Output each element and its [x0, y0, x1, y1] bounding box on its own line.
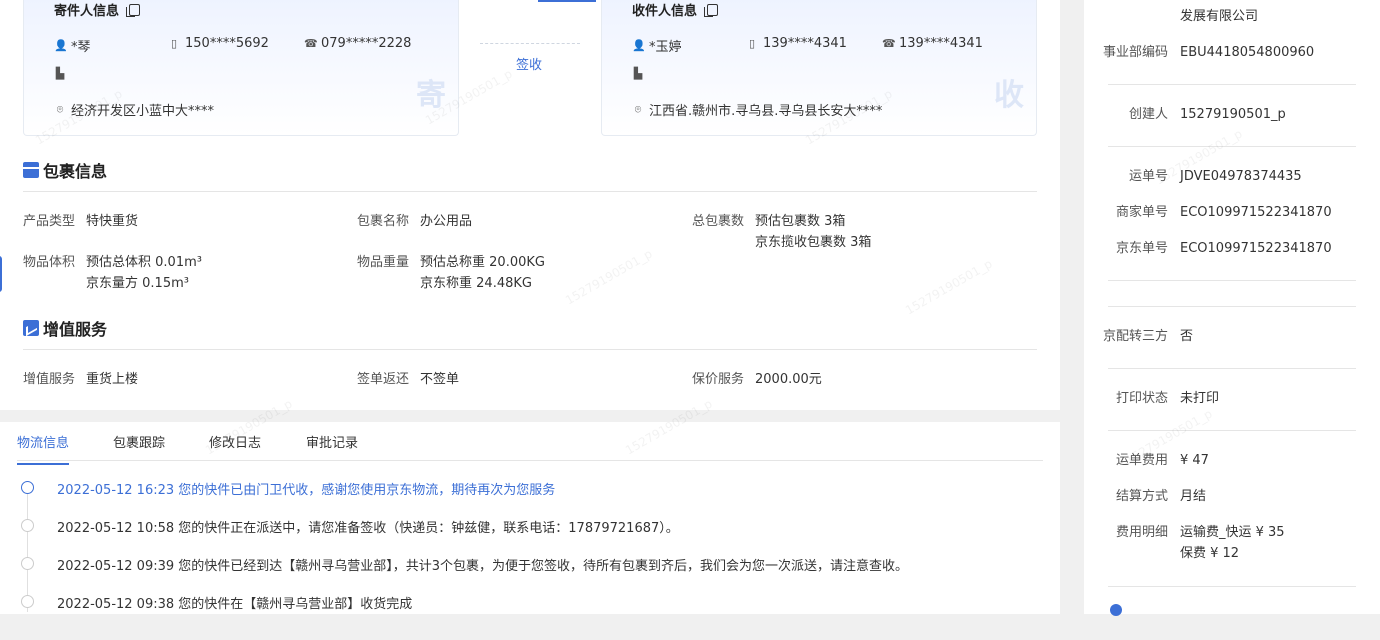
timeline-item: 2022-05-12 10:58 您的快件正在派送中，请您准备签收（快递员：钟兹…: [57, 521, 679, 536]
route-line: [480, 43, 580, 44]
item-volume: 物品体积 预估总体积 0.01m³ 京东量方 0.15m³: [23, 255, 202, 291]
sender-badge: 寄: [416, 78, 446, 113]
receiver-phone: ☎ 139****4341: [882, 36, 983, 51]
divider: [1108, 84, 1356, 85]
tabs-divider: [17, 460, 1043, 461]
divider: [23, 349, 1037, 350]
divider: [1108, 430, 1356, 431]
receiver-name: 👤 *玉婷: [632, 38, 682, 55]
active-indicator: [538, 0, 596, 2]
item-weight: 物品重量 预估总称重 20.00KG 京东称重 24.48KG: [357, 255, 545, 291]
receiver-title: 收件人信息: [632, 0, 719, 19]
sender-mobile: ▯ 150****5692: [168, 36, 269, 51]
company-name: 发展有限公司: [1180, 9, 1259, 24]
next-section-title: [1110, 604, 1122, 616]
person-icon: 👤: [54, 38, 68, 52]
sign-return: 签单返还 不签单: [357, 372, 460, 387]
logistics-tabs-panel: 物流信息 包裹跟踪 修改日志 审批记录 2022-05-12 16:23 您的快…: [0, 422, 1060, 614]
sign-status[interactable]: 签收: [516, 54, 542, 73]
package-count: 总包裹数 预估包裹数 3箱 京东揽收包裹数 3箱: [692, 214, 872, 250]
receiver-address: ⌾ 江西省.赣州市.寻乌县.寻乌县长安大****: [632, 100, 883, 119]
merchant-no: 商家单号 ECO109971522341870: [1115, 205, 1332, 220]
timeline-dot: [21, 595, 34, 608]
receiver-card: 收件人信息 👤 *玉婷 ▯ 139****4341 ☎ 139****4341 …: [601, 0, 1037, 136]
package-icon: [23, 162, 39, 178]
waybill-fee: 运单费用 ¥ 47: [1115, 453, 1209, 468]
settle-method: 结算方式 月结: [1115, 489, 1207, 504]
phone-icon: ☎: [882, 36, 896, 50]
sender-address: ⌾ 经济开发区小蓝中大****: [54, 100, 214, 119]
timeline-dot: [21, 519, 34, 532]
timeline-item: 2022-05-12 09:38 您的快件在【赣州寻乌营业部】收货完成: [57, 597, 413, 612]
divider: [1108, 306, 1356, 307]
sender-card: 寄件人信息 👤 *琴 ▯ 150****5692 ☎ 079*****2228 …: [23, 0, 459, 136]
print-status: 打印状态 未打印: [1115, 391, 1220, 406]
building-icon: ▙: [633, 67, 643, 80]
location-icon: ⌾: [634, 102, 642, 116]
creator: 创建人 15279190501_p: [1128, 107, 1286, 122]
receiver-badge: 收: [994, 78, 1024, 113]
sender-building-icon-row: ▙: [54, 68, 66, 80]
product-type: 产品类型 特快重货: [23, 214, 139, 229]
insure-service: 保价服务 2000.00元: [692, 372, 822, 387]
bu-code: 事业部编码 EBU4418054800960: [1102, 45, 1315, 60]
side-drawer-handle[interactable]: [0, 256, 2, 292]
receiver-mobile: ▯ 139****4341: [746, 36, 847, 51]
divider: [1108, 280, 1356, 281]
divider: [1108, 146, 1356, 147]
divider: [23, 191, 1037, 192]
package-name: 包裹名称 办公用品: [357, 214, 473, 229]
order-summary-side: 发展有限公司 事业部编码 EBU4418054800960 创建人 152791…: [1084, 0, 1380, 616]
timeline-dot: [21, 481, 34, 494]
third-party: 京配转三方 否: [1102, 329, 1194, 344]
sender-title: 寄件人信息: [54, 0, 141, 19]
fee-detail: 费用明细 运输费_快运 ¥ 35 保费 ¥ 12: [1115, 525, 1285, 561]
tab-approval-record[interactable]: 审批记录: [306, 432, 358, 463]
waybill-no: 运单号 JDVE04978374435: [1128, 169, 1302, 184]
receiver-building-icon-row: ▙: [632, 68, 644, 80]
sender-phone: ☎ 079*****2228: [304, 36, 412, 51]
timeline-dot: [21, 557, 34, 570]
copy-icon[interactable]: [704, 3, 719, 17]
divider: [1108, 368, 1356, 369]
section-dot-icon: [1110, 604, 1122, 616]
tab-change-log[interactable]: 修改日志: [209, 432, 261, 463]
person-icon: 👤: [632, 38, 646, 52]
trend-icon: [23, 320, 39, 336]
tab-package-tracking[interactable]: 包裹跟踪: [113, 432, 165, 463]
divider: [1108, 586, 1356, 587]
jd-no: 京东单号 ECO109971522341870: [1115, 241, 1332, 256]
building-icon: ▙: [55, 67, 65, 80]
order-detail-card: 寄件人信息 👤 *琴 ▯ 150****5692 ☎ 079*****2228 …: [0, 0, 1060, 410]
timeline-item: 2022-05-12 09:39 您的快件已经到达【赣州寻乌营业部】，共计3个包…: [57, 559, 909, 574]
timeline-item: 2022-05-12 16:23 您的快件已由门卫代收，感谢您使用京东物流，期待…: [57, 483, 556, 498]
value-added-section-title: 增值服务: [23, 316, 107, 340]
package-section-title: 包裹信息: [23, 158, 107, 182]
copy-icon[interactable]: [126, 3, 141, 17]
sender-name: 👤 *琴: [54, 38, 91, 55]
mobile-icon: ▯: [748, 36, 756, 50]
value-added-service: 增值服务 重货上楼: [23, 372, 139, 387]
mobile-icon: ▯: [170, 36, 178, 50]
location-icon: ⌾: [56, 102, 64, 116]
phone-icon: ☎: [304, 36, 318, 50]
